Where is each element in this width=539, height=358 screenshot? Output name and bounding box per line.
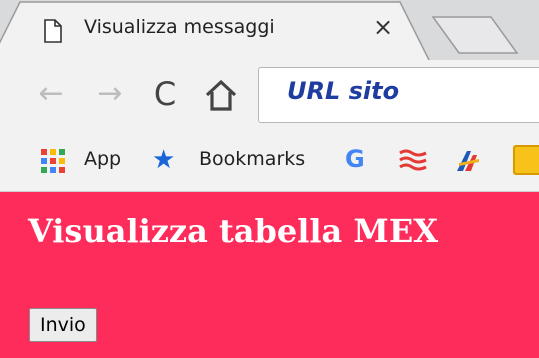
home-icon[interactable] (203, 78, 239, 112)
page-title: Visualizza tabella MEX (28, 212, 439, 250)
plane-icon[interactable] (455, 147, 481, 173)
forward-arrow-icon[interactable]: → (95, 76, 125, 112)
tab-title: Visualizza messaggi (84, 16, 275, 38)
tab-visualizza-messaggi[interactable]: Visualizza messaggi × (0, 0, 430, 62)
url-text: URL sito (287, 77, 400, 105)
page-icon (42, 19, 64, 43)
yellow-bookmark-icon[interactable] (513, 145, 539, 175)
bookmark-bookmarks-label[interactable]: Bookmarks (199, 148, 305, 170)
apps-grid-icon[interactable] (40, 148, 66, 174)
submit-button[interactable]: Invio (29, 308, 97, 342)
address-bar[interactable]: URL sito (258, 67, 539, 123)
google-icon[interactable]: G (345, 144, 365, 174)
page-content: Visualizza tabella MEX Invio (0, 192, 539, 358)
reload-icon[interactable]: C (150, 76, 180, 112)
back-arrow-icon[interactable]: ← (36, 76, 66, 112)
star-icon[interactable]: ★ (152, 145, 175, 175)
red-flag-icon[interactable] (398, 147, 428, 173)
close-tab-icon[interactable]: × (370, 12, 396, 42)
browser-window: Visualizza messaggi × ← → C URL sito App… (0, 0, 539, 358)
bookmark-app-label[interactable]: App (84, 148, 121, 170)
tab-strip: Visualizza messaggi × (0, 0, 539, 62)
new-tab-button[interactable] (425, 15, 525, 55)
bookmarks-bar: App ★ Bookmarks G (0, 130, 539, 192)
toolbar: ← → C URL sito (0, 60, 539, 130)
